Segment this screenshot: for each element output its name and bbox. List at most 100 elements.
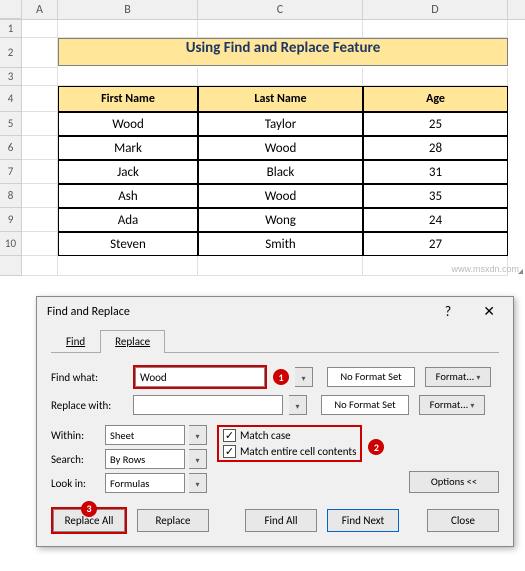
dialog-titlebar[interactable]: Find and Replace ? ✕: [37, 297, 513, 326]
cell[interactable]: [363, 68, 508, 86]
cell[interactable]: [22, 136, 58, 160]
header-lastname[interactable]: Last Name: [198, 86, 363, 112]
dialog-tabs: Find Replace: [51, 330, 499, 353]
row-header[interactable]: 10: [0, 232, 22, 256]
col-header-b[interactable]: B: [58, 0, 198, 19]
callout-2: 2: [368, 439, 384, 455]
title-cell[interactable]: Using Find and Replace Feature: [58, 38, 508, 66]
replace-with-label: Replace with:: [51, 399, 127, 412]
find-what-label: Find what:: [51, 371, 127, 384]
data-cell[interactable]: Wood: [58, 112, 198, 136]
cell[interactable]: [58, 20, 198, 38]
data-cell[interactable]: Taylor: [198, 112, 363, 136]
data-cell[interactable]: Ada: [58, 208, 198, 232]
cell[interactable]: [58, 256, 198, 276]
cell[interactable]: [22, 184, 58, 208]
row-header[interactable]: 9: [0, 208, 22, 232]
data-cell[interactable]: Smith: [198, 232, 363, 256]
cell[interactable]: [22, 68, 58, 86]
row-header[interactable]: 7: [0, 160, 22, 184]
cell[interactable]: [22, 232, 58, 256]
within-select[interactable]: Sheet: [105, 425, 185, 445]
find-format-button[interactable]: Format...: [425, 367, 491, 387]
replace-button[interactable]: Replace: [137, 509, 209, 532]
find-all-button[interactable]: Find All: [245, 509, 317, 532]
find-what-dropdown[interactable]: [295, 367, 313, 387]
chevron-down-icon: [195, 477, 199, 490]
search-dropdown[interactable]: [189, 449, 207, 469]
cell[interactable]: [198, 256, 363, 276]
match-case-label: Match case: [240, 429, 291, 442]
cell[interactable]: [363, 20, 508, 38]
cell[interactable]: [22, 160, 58, 184]
data-cell[interactable]: Jack: [58, 160, 198, 184]
data-cell[interactable]: 25: [363, 112, 508, 136]
data-cell[interactable]: 31: [363, 160, 508, 184]
col-header-d[interactable]: D: [363, 0, 508, 19]
close-icon[interactable]: ✕: [475, 303, 503, 320]
match-entire-checkbox[interactable]: ✓: [223, 445, 236, 458]
tab-replace[interactable]: Replace: [100, 330, 165, 353]
row-header[interactable]: 6: [0, 136, 22, 160]
cell[interactable]: [22, 112, 58, 136]
find-what-input[interactable]: Wood: [135, 367, 265, 387]
header-age[interactable]: Age: [363, 86, 508, 112]
help-button[interactable]: ?: [437, 303, 460, 320]
cell[interactable]: [198, 68, 363, 86]
data-cell[interactable]: Wood: [198, 184, 363, 208]
lookin-select[interactable]: Formulas: [105, 473, 185, 493]
spreadsheet: A B C D 1 2 Using Find and Replace Featu…: [0, 0, 525, 276]
row-header[interactable]: 4: [0, 86, 22, 112]
options-button[interactable]: Options <<: [409, 471, 499, 493]
find-next-button[interactable]: Find Next: [327, 509, 399, 532]
match-case-checkbox[interactable]: ✓: [223, 429, 236, 442]
row-header[interactable]: 2: [0, 38, 22, 68]
data-cell[interactable]: 27: [363, 232, 508, 256]
cell[interactable]: [22, 256, 58, 276]
col-header-c[interactable]: C: [198, 0, 363, 19]
lookin-label: Look in:: [51, 477, 101, 490]
chevron-down-icon: [301, 371, 305, 384]
data-cell[interactable]: 24: [363, 208, 508, 232]
select-all-corner[interactable]: [0, 0, 22, 19]
lookin-dropdown[interactable]: [189, 473, 207, 493]
within-dropdown[interactable]: [189, 425, 207, 445]
replace-with-input[interactable]: [133, 395, 283, 415]
row-header[interactable]: 5: [0, 112, 22, 136]
row-header[interactable]: 1: [0, 20, 22, 38]
match-entire-label: Match entire cell contents: [240, 445, 356, 458]
replace-format-button[interactable]: Format...: [419, 395, 485, 415]
search-select[interactable]: By Rows: [105, 449, 185, 469]
cell[interactable]: [198, 20, 363, 38]
row-header[interactable]: 8: [0, 184, 22, 208]
data-cell[interactable]: Black: [198, 160, 363, 184]
chevron-down-icon: [195, 453, 199, 466]
header-firstname[interactable]: First Name: [58, 86, 198, 112]
chevron-down-icon: [470, 396, 474, 415]
close-button[interactable]: Close: [427, 509, 499, 532]
data-cell[interactable]: 28: [363, 136, 508, 160]
watermark: www.msxdn.com: [451, 264, 519, 274]
col-header-a[interactable]: A: [22, 0, 58, 19]
replace-with-dropdown[interactable]: [289, 395, 307, 415]
dialog-title: Find and Replace: [47, 305, 130, 319]
data-cell[interactable]: Mark: [58, 136, 198, 160]
cell[interactable]: [22, 20, 58, 38]
within-label: Within:: [51, 429, 101, 442]
tab-find[interactable]: Find: [51, 330, 100, 352]
row-header[interactable]: [0, 256, 22, 276]
chevron-down-icon: [295, 399, 299, 412]
cell[interactable]: [22, 38, 58, 68]
cell[interactable]: [22, 86, 58, 112]
cell[interactable]: [58, 68, 198, 86]
find-replace-dialog: Find and Replace ? ✕ Find Replace Find w…: [36, 296, 514, 547]
chevron-down-icon: [195, 429, 199, 442]
row-header[interactable]: 3: [0, 68, 22, 86]
data-cell[interactable]: Steven: [58, 232, 198, 256]
data-cell[interactable]: Ash: [58, 184, 198, 208]
data-cell[interactable]: Wood: [198, 136, 363, 160]
cell[interactable]: [22, 208, 58, 232]
data-cell[interactable]: 35: [363, 184, 508, 208]
data-cell[interactable]: Wong: [198, 208, 363, 232]
search-label: Search:: [51, 453, 101, 466]
